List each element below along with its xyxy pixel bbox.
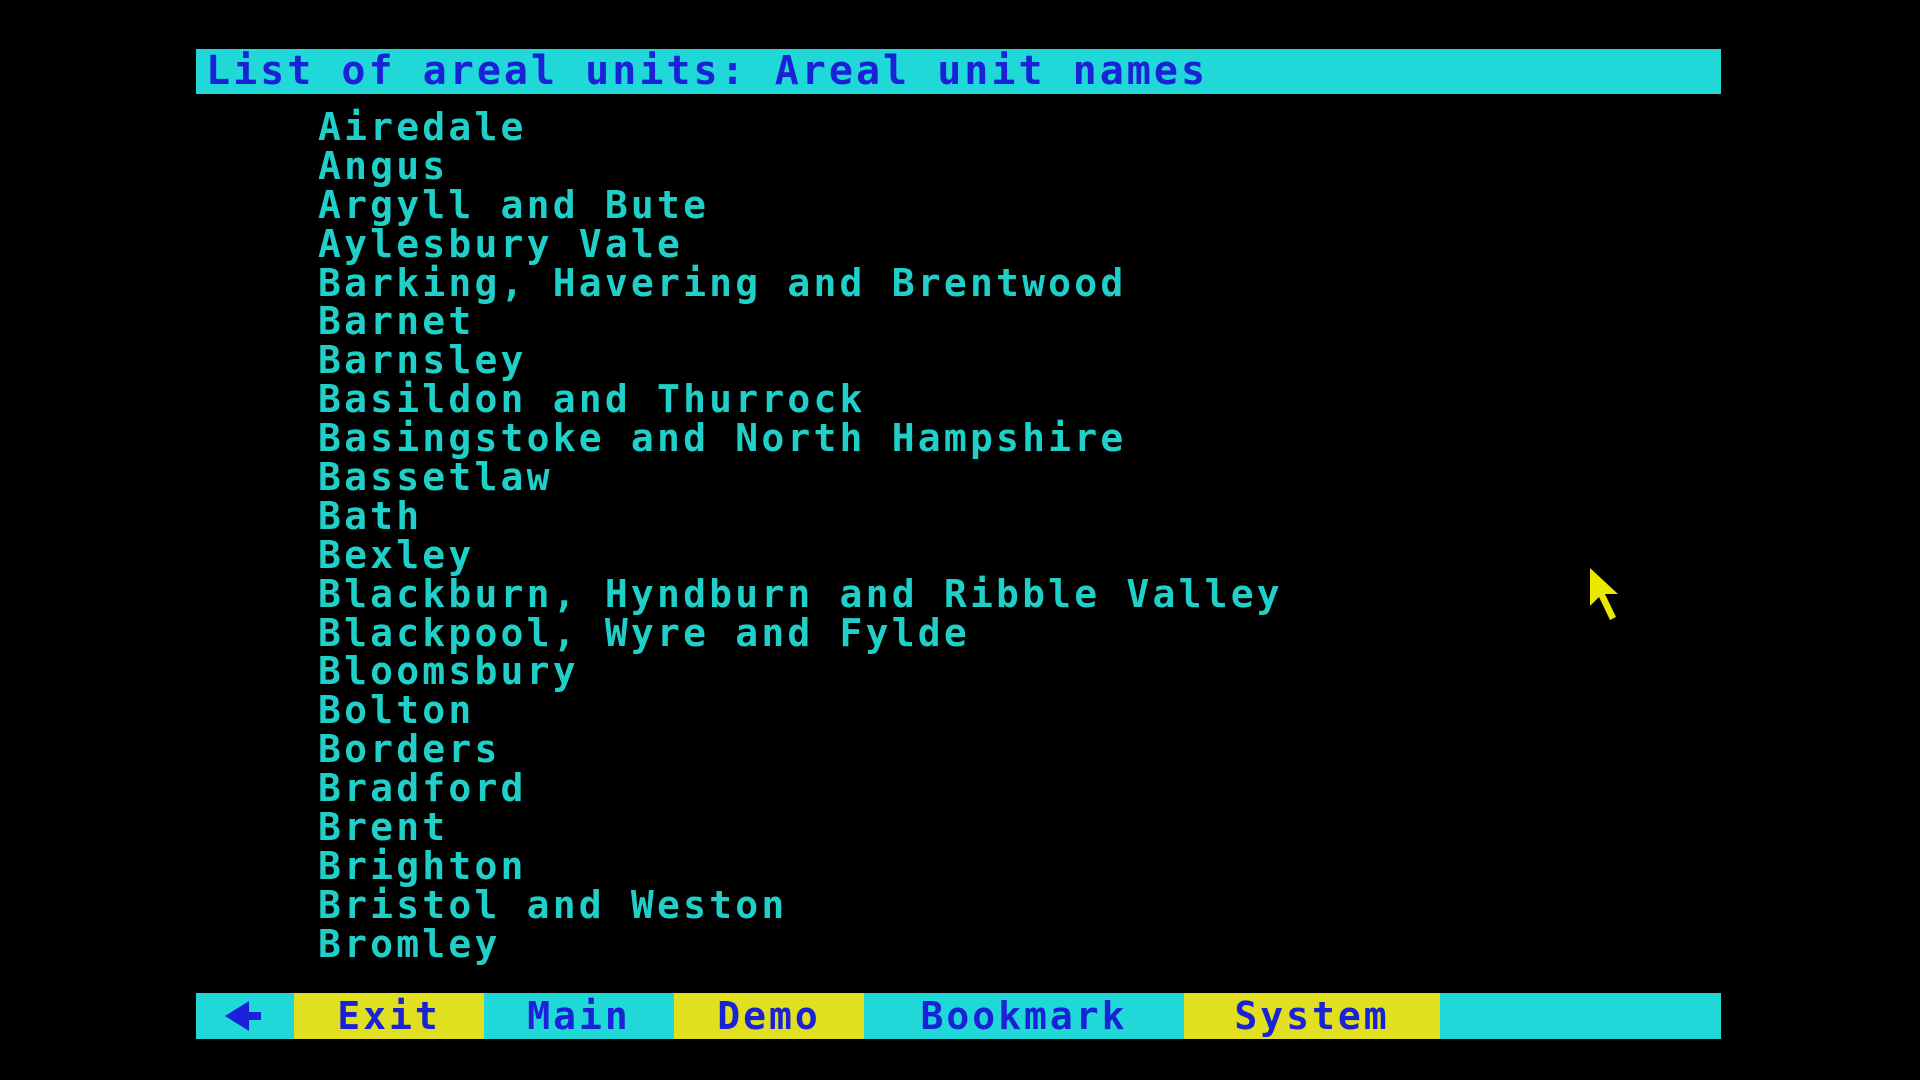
list-item[interactable]: Borders	[318, 730, 1283, 769]
list-item[interactable]: Argyll and Bute	[318, 185, 1283, 225]
list-item[interactable]: Barnsley	[318, 341, 1283, 380]
list-item[interactable]: Bassetlaw	[318, 458, 1283, 497]
list-item[interactable]: Brent	[318, 808, 1283, 847]
list-item[interactable]: Basingstoke and North Hampshire	[318, 419, 1283, 458]
list-item[interactable]: Blackpool, Wyre and Fylde	[318, 613, 1283, 653]
list-item[interactable]: Aylesbury Vale	[318, 224, 1283, 264]
list-item[interactable]: Bath	[318, 497, 1283, 536]
demo-button[interactable]: Demo	[674, 993, 864, 1039]
list-item[interactable]: Bradford	[318, 769, 1283, 808]
mouse-pointer-icon	[1590, 568, 1618, 620]
list-item[interactable]: Blackburn, Hyndburn and Ribble Valley	[318, 574, 1283, 614]
list-item[interactable]: Angus	[318, 146, 1283, 186]
exit-button[interactable]: Exit	[294, 993, 484, 1039]
list-item[interactable]: Bromley	[318, 924, 1283, 964]
system-button[interactable]: System	[1184, 993, 1440, 1039]
footer-menu-bar: Exit Main Demo Bookmark System	[196, 993, 1721, 1039]
back-button[interactable]	[196, 993, 294, 1039]
list-item[interactable]: Barking, Havering and Brentwood	[318, 263, 1283, 303]
areal-unit-list: Airedale Angus Argyll and Bute Aylesbury…	[318, 108, 1283, 964]
list-item[interactable]: Basildon and Thurrock	[318, 380, 1283, 419]
footer-filler	[1440, 993, 1721, 1039]
list-item[interactable]: Airedale	[318, 108, 1283, 147]
bookmark-button[interactable]: Bookmark	[864, 993, 1184, 1039]
list-item[interactable]: Barnet	[318, 302, 1283, 341]
main-button[interactable]: Main	[484, 993, 674, 1039]
page-title: List of areal units: Areal unit names	[206, 48, 1209, 94]
list-item[interactable]: Bolton	[318, 691, 1283, 730]
list-item[interactable]: Bloomsbury	[318, 652, 1283, 691]
back-arrow-icon	[225, 1001, 261, 1031]
list-item[interactable]: Bexley	[318, 535, 1283, 575]
list-item[interactable]: Bristol and Weston	[318, 885, 1283, 925]
list-item[interactable]: Brighton	[318, 847, 1283, 886]
title-bar: List of areal units: Areal unit names	[196, 49, 1721, 94]
